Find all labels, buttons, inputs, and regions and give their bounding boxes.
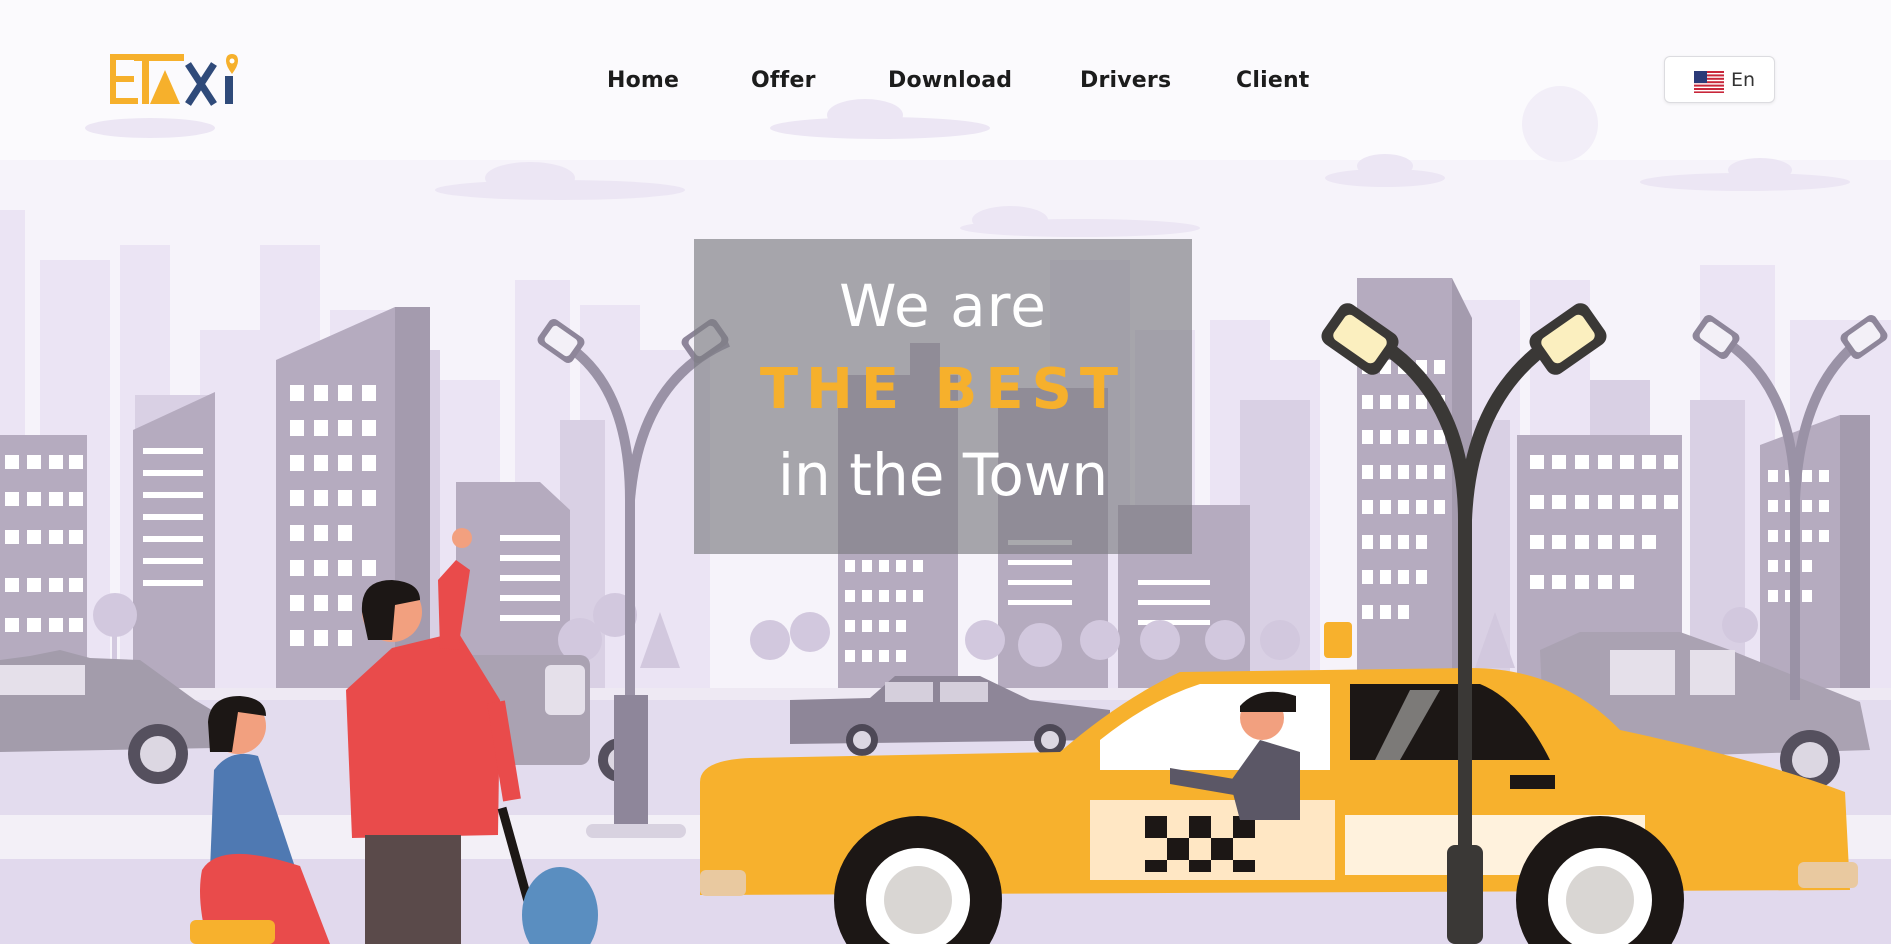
page: Home Offer Download Drivers Client En We… bbox=[0, 0, 1891, 944]
site-header: Home Offer Download Drivers Client En bbox=[0, 0, 1891, 160]
nav-client-link[interactable]: Client bbox=[1236, 64, 1310, 98]
nav-home-link[interactable]: Home bbox=[607, 64, 679, 98]
hero-headline-box: We are THE BEST in the Town bbox=[694, 239, 1192, 554]
main-nav: Home Offer Download Drivers Client bbox=[0, 64, 1891, 100]
language-label: En bbox=[1731, 69, 1756, 91]
hero-line-3: in the Town bbox=[777, 441, 1109, 509]
hero-line-1: We are bbox=[839, 272, 1047, 340]
nav-download-link[interactable]: Download bbox=[888, 64, 1012, 98]
hero-line-2: THE BEST bbox=[759, 357, 1127, 422]
nav-offer-link[interactable]: Offer bbox=[751, 64, 816, 98]
us-flag-icon bbox=[1694, 71, 1724, 93]
language-selector-button[interactable]: En bbox=[1664, 56, 1775, 103]
nav-drivers-link[interactable]: Drivers bbox=[1080, 64, 1171, 98]
